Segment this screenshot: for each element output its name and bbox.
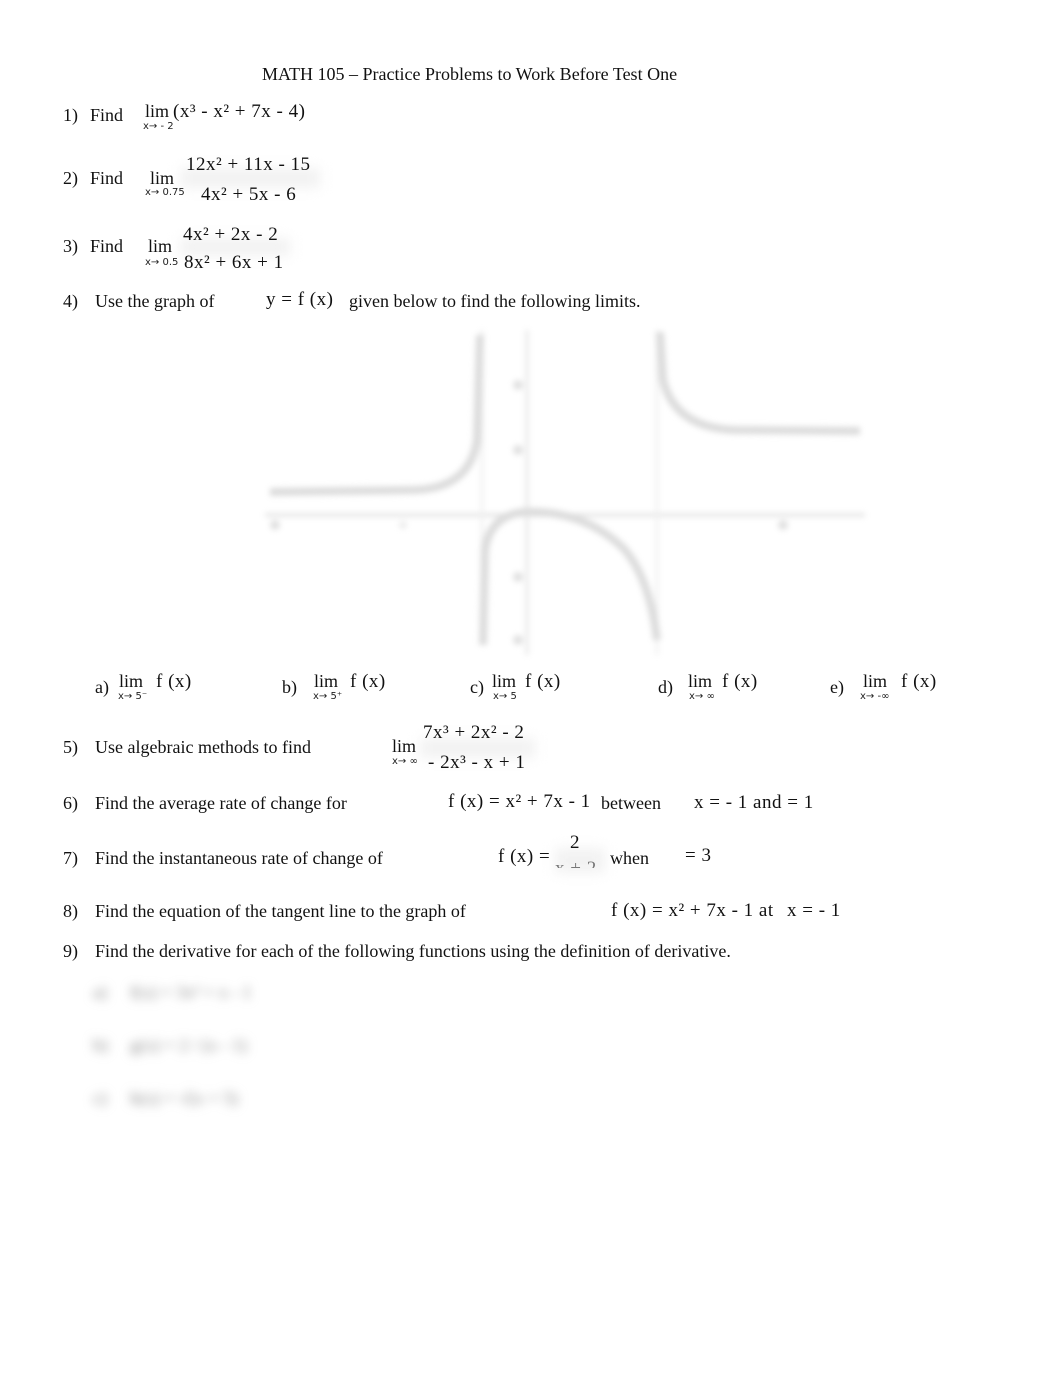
denominator: 8x² + 6x + 1 <box>184 252 284 273</box>
curve-middle-branch <box>479 507 661 646</box>
expression: f (x) <box>156 671 192 692</box>
lim-subscript: x→ 5⁻ <box>118 691 148 702</box>
expression: f (x) <box>901 671 937 692</box>
x-tick <box>778 520 788 530</box>
problem-text-2: given below to find the following limits… <box>349 291 641 311</box>
problem-number: 7) <box>63 848 78 868</box>
lim-label: lim <box>392 736 417 756</box>
part-label: c) <box>470 677 484 697</box>
numerator: 2 <box>570 832 580 853</box>
problem-text: Find <box>90 105 124 125</box>
lim-subscript: x→ -∞ <box>860 691 890 702</box>
lim-label: lim <box>148 236 173 256</box>
part-label: a) <box>95 677 109 697</box>
x-tick <box>270 520 280 530</box>
problem-text: Use the graph of <box>95 291 215 311</box>
x-tick <box>399 521 407 529</box>
problem-number: 6) <box>63 793 78 813</box>
lim-label: lim <box>314 671 339 691</box>
problem-text: Find the equation of the tangent line to… <box>95 901 466 921</box>
lim-label: lim <box>119 671 144 691</box>
problem-text: Find <box>90 168 124 188</box>
problem-number: 1) <box>63 105 78 125</box>
problem-text: Find <box>90 236 124 256</box>
function-expression: f (x) = x² + 7x - 1 <box>448 791 591 812</box>
part-label: d) <box>658 677 673 697</box>
between-label: between <box>601 793 661 813</box>
function-expression: y = f (x) <box>266 289 334 310</box>
lim-label: lim <box>863 671 888 691</box>
lim-subscript: x→ 5 <box>493 691 517 702</box>
expression: f (x) <box>722 671 758 692</box>
problem-number: 4) <box>63 291 78 311</box>
numerator: 4x² + 2x - 2 <box>183 224 279 245</box>
expression: h(x) = √(x + 5) <box>130 1088 239 1108</box>
expression: f(x) = 3x² + x - 1 <box>130 982 252 1002</box>
part-label: a) <box>93 982 107 1002</box>
page-title: MATH 105 – Practice Problems to Work Bef… <box>262 64 678 84</box>
y-tick <box>513 380 523 390</box>
problem-text: Use algebraic methods to find <box>95 737 311 757</box>
part-label: e) <box>830 677 844 697</box>
function-expression: f (x) = x² + 7x - 1 at <box>611 900 774 921</box>
problem-number: 8) <box>63 901 78 921</box>
function-graph <box>255 320 875 665</box>
problem-number: 5) <box>63 737 78 757</box>
problem-text: Find the average rate of change for <box>95 793 347 813</box>
part-label: b) <box>282 677 297 697</box>
y-tick <box>513 572 523 582</box>
denominator: x + 2 <box>555 860 597 868</box>
function-expression: f (x) = <box>498 846 551 867</box>
lim-subscript: x→ 0.5 <box>145 257 179 268</box>
lim-subscript: x→ ∞ <box>392 756 418 767</box>
lim-label: lim <box>150 168 175 188</box>
lim-label: lim <box>492 671 517 691</box>
problem-number: 9) <box>63 941 78 961</box>
curve-right-branch <box>656 331 861 435</box>
lim-subscript: x→ - 2 <box>143 121 174 132</box>
problem-text: Find the derivative for each of the foll… <box>95 941 731 961</box>
interval: x = - 1 and = 1 <box>694 792 814 813</box>
denominator: 4x² + 5x - 6 <box>201 184 297 205</box>
curve-left-branch <box>269 334 484 496</box>
expression: f (x) <box>350 671 386 692</box>
lim-subscript: x→ ∞ <box>689 691 715 702</box>
numerator: 7x³ + 2x² - 2 <box>423 722 525 743</box>
lim-label: lim <box>688 671 713 691</box>
y-tick <box>513 635 523 645</box>
part-label: c) <box>93 1088 107 1108</box>
when-label: when <box>610 848 649 868</box>
expression: (x³ - x² + 7x - 4) <box>173 101 306 122</box>
part-label: b) <box>93 1035 108 1055</box>
denominator: - 2x³ - x + 1 <box>428 752 526 773</box>
lim-subscript: x→ 5⁺ <box>313 691 343 702</box>
problem-number: 3) <box>63 236 78 256</box>
lim-subscript: x→ 0.75 <box>145 187 185 198</box>
expression: f (x) <box>525 671 561 692</box>
point: x = - 1 <box>787 900 841 921</box>
y-tick <box>513 445 523 455</box>
value: = 3 <box>685 845 712 866</box>
numerator: 12x² + 11x - 15 <box>186 154 311 175</box>
lim-label: lim <box>145 101 170 121</box>
expression: g(x) = 2 / (x - 1) <box>130 1035 248 1055</box>
problem-number: 2) <box>63 168 78 188</box>
problem-text: Find the instantaneous rate of change of <box>95 848 383 868</box>
